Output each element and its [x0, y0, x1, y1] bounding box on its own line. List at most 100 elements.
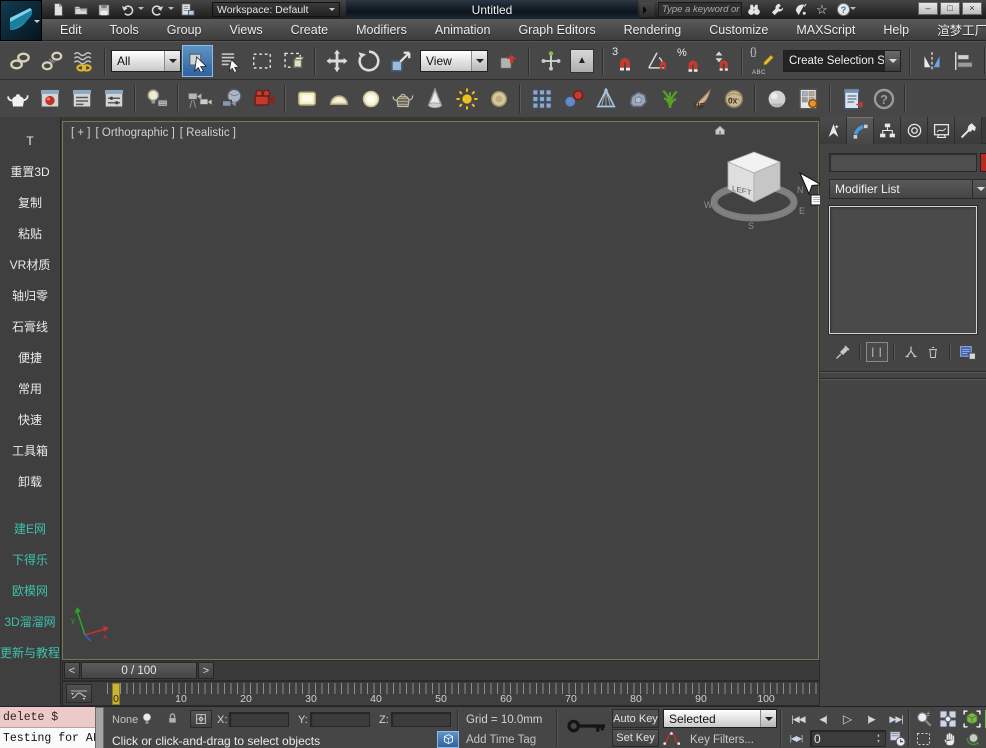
- light-lister-button[interactable]: [141, 83, 172, 115]
- menu-item-create[interactable]: Create: [277, 20, 343, 40]
- favorites-star-button[interactable]: ☆: [816, 3, 828, 16]
- tab-hierarchy[interactable]: [874, 117, 901, 144]
- key-filters-curve-icon[interactable]: [663, 731, 681, 746]
- menu-item-modifiers[interactable]: Modifiers: [342, 20, 421, 40]
- sun-light-button[interactable]: [451, 83, 482, 115]
- project-folder-button[interactable]: [177, 1, 197, 18]
- search-binoculars-button[interactable]: [746, 2, 762, 17]
- x-coordinate-field[interactable]: [229, 712, 289, 727]
- next-frame-button[interactable]: >: [198, 662, 214, 679]
- wire-teapot-button[interactable]: [387, 83, 418, 115]
- tab-utilities[interactable]: [955, 117, 982, 144]
- pin-stack-button[interactable]: [832, 342, 854, 362]
- snaps-toggle-3d-button[interactable]: 3: [609, 45, 640, 77]
- sidebar-link-3[interactable]: 3D溜溜网: [0, 606, 60, 637]
- tab-modify[interactable]: [847, 117, 874, 144]
- listener-macro-line[interactable]: delete $: [0, 707, 95, 728]
- render-setup-button[interactable]: [66, 83, 97, 115]
- percent-snap-toggle-button[interactable]: %: [673, 45, 704, 77]
- angle-snap-toggle-button[interactable]: [641, 45, 672, 77]
- spinner-up-icon[interactable]: ▲: [876, 734, 880, 738]
- previous-frame-button[interactable]: <: [64, 662, 80, 679]
- track-bar[interactable]: 0102030405060708090100: [62, 681, 820, 706]
- keyboard-shortcut-override-button[interactable]: ▲: [570, 49, 594, 73]
- material-library-button[interactable]: [793, 83, 824, 115]
- select-and-move-button[interactable]: [321, 45, 352, 77]
- help-menu-button[interactable]: ?: [836, 2, 856, 17]
- object-name-field[interactable]: [829, 153, 977, 172]
- y-coordinate-field[interactable]: [310, 712, 370, 727]
- select-and-link-button[interactable]: [4, 45, 35, 77]
- sidebar-item-3[interactable]: 粘贴: [0, 218, 60, 249]
- viewcube[interactable]: N W S E LEFT: [698, 136, 810, 236]
- viewport-menu-general[interactable]: [ + ]: [71, 127, 91, 139]
- communication-center-button[interactable]: [793, 2, 808, 17]
- zoom-button[interactable]: ±: [915, 710, 933, 728]
- undo-button[interactable]: [117, 1, 137, 18]
- prompt-bulb-icon[interactable]: [140, 711, 154, 726]
- molecule-tool-button[interactable]: [558, 83, 589, 115]
- absolute-mode-button[interactable]: [190, 710, 212, 728]
- listener-script-line[interactable]: Testing for ALl: [0, 728, 95, 748]
- script-editor-button[interactable]: [836, 83, 867, 115]
- redo-dropdown-caret[interactable]: [168, 7, 174, 13]
- save-file-button[interactable]: [94, 1, 114, 18]
- sidebar-link-4[interactable]: 更新与教程: [0, 637, 60, 668]
- selection-filter-dropdown[interactable]: All: [111, 50, 181, 72]
- grass-object-button[interactable]: [654, 83, 685, 115]
- dome-light-button[interactable]: [323, 83, 354, 115]
- play-animation-button[interactable]: ▷: [836, 710, 858, 728]
- zoom-all-button[interactable]: [939, 710, 957, 728]
- remove-modifier-button[interactable]: [922, 342, 944, 362]
- menu-item-help[interactable]: Help: [869, 20, 923, 40]
- sidebar-item-0[interactable]: T: [0, 125, 60, 156]
- field-of-view-region-button[interactable]: [915, 731, 932, 747]
- restore-button[interactable]: □: [940, 2, 960, 15]
- previous-frame-playback-button[interactable]: ◀|: [812, 710, 834, 728]
- pan-view-button[interactable]: [941, 730, 958, 747]
- viewcube-home-icon[interactable]: [714, 124, 726, 136]
- sidebar-item-5[interactable]: 轴归零: [0, 280, 60, 311]
- sphere-preview-button[interactable]: [761, 83, 792, 115]
- orbit-view-button[interactable]: [965, 730, 982, 747]
- use-pivot-point-center-button[interactable]: [492, 45, 523, 77]
- sidebar-link-2[interactable]: 欧模网: [0, 575, 60, 606]
- viewport-menu-shading[interactable]: [ Realistic ]: [180, 127, 236, 139]
- ornatrix-button[interactable]: 0x: [718, 83, 749, 115]
- menu-item-tools[interactable]: Tools: [96, 20, 153, 40]
- sidebar-item-6[interactable]: 石膏线: [0, 311, 60, 342]
- rectangular-selection-region-button[interactable]: [246, 45, 277, 77]
- menu-item-render-factory[interactable]: 渲梦工厂: [923, 17, 986, 42]
- menu-item-maxscript[interactable]: MAXScript: [782, 20, 869, 40]
- zoom-extents-button[interactable]: [963, 710, 981, 728]
- close-button[interactable]: ×: [962, 2, 982, 15]
- menu-item-views[interactable]: Views: [215, 20, 276, 40]
- camera-match-button[interactable]: [590, 83, 621, 115]
- sidebar-item-2[interactable]: 复制: [0, 187, 60, 218]
- key-mode-toggle-button[interactable]: |◀▶|: [784, 730, 808, 747]
- maxscript-mini-listener[interactable]: delete $ Testing for ALl: [0, 707, 95, 748]
- infocenter-search-input[interactable]: Type a keyword or phrase: [658, 2, 742, 17]
- array-tool-button[interactable]: [526, 83, 557, 115]
- make-unique-button[interactable]: [900, 342, 922, 362]
- sidebar-item-10[interactable]: 工具箱: [0, 435, 60, 466]
- z-coordinate-field[interactable]: [391, 712, 451, 727]
- key-mode-dropdown[interactable]: Selected: [663, 709, 777, 728]
- max-application-button[interactable]: [0, 0, 42, 41]
- window-crossing-toggle-button[interactable]: [278, 45, 309, 77]
- time-configuration-button[interactable]: [889, 730, 906, 747]
- mirror-button[interactable]: [916, 45, 947, 77]
- rendered-frame-window-button[interactable]: [98, 83, 129, 115]
- sidebar-item-9[interactable]: 快速: [0, 404, 60, 435]
- select-object-button[interactable]: [182, 45, 213, 77]
- new-file-button[interactable]: [48, 1, 68, 18]
- toolbar-help-button[interactable]: ?: [868, 83, 899, 115]
- disc-light-button[interactable]: [483, 83, 514, 115]
- physical-camera-button[interactable]: [248, 83, 279, 115]
- hairfarm-button[interactable]: HF: [686, 83, 717, 115]
- select-and-scale-button[interactable]: [385, 45, 416, 77]
- sidebar-item-7[interactable]: 便捷: [0, 342, 60, 373]
- set-key-button[interactable]: Set Key: [612, 729, 659, 747]
- title-expand-button[interactable]: [640, 2, 654, 17]
- viewport-menu-pov[interactable]: [ Orthographic ]: [96, 127, 175, 139]
